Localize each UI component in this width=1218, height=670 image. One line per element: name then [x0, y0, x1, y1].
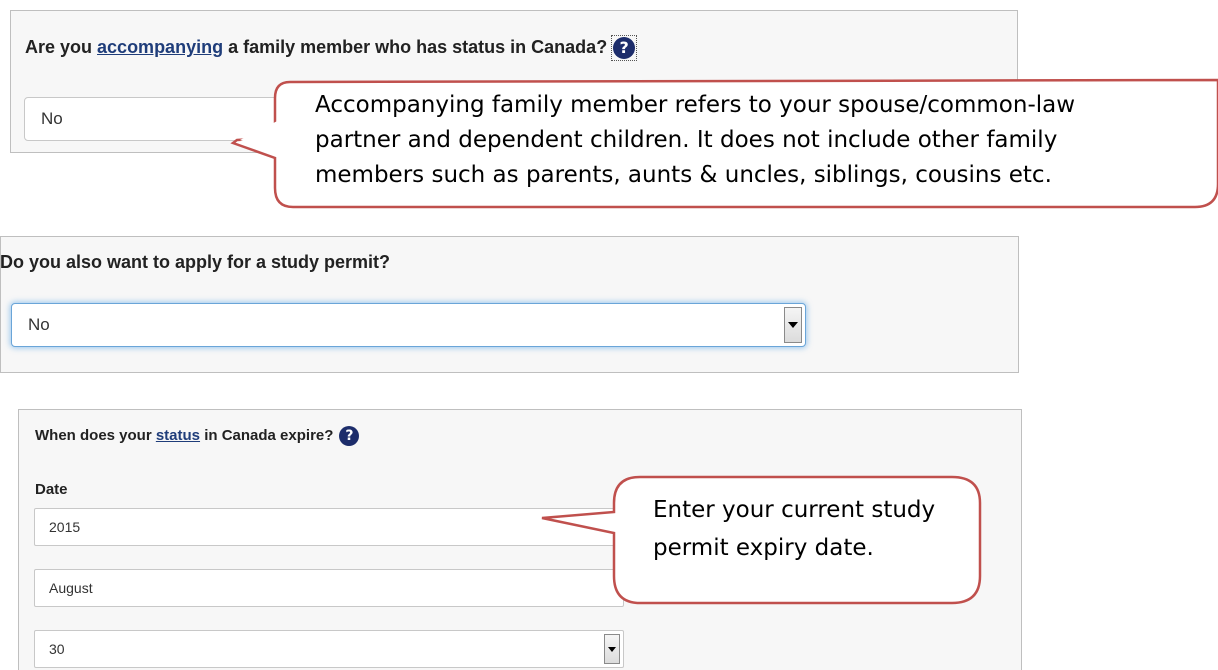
callout-line: permit expiry date.	[653, 535, 874, 561]
callout-expiry-text: Enter your current study permit expiry d…	[653, 491, 935, 567]
callout-line: Enter your current study	[653, 497, 936, 523]
tooltip-callout-expiry	[541, 475, 982, 605]
